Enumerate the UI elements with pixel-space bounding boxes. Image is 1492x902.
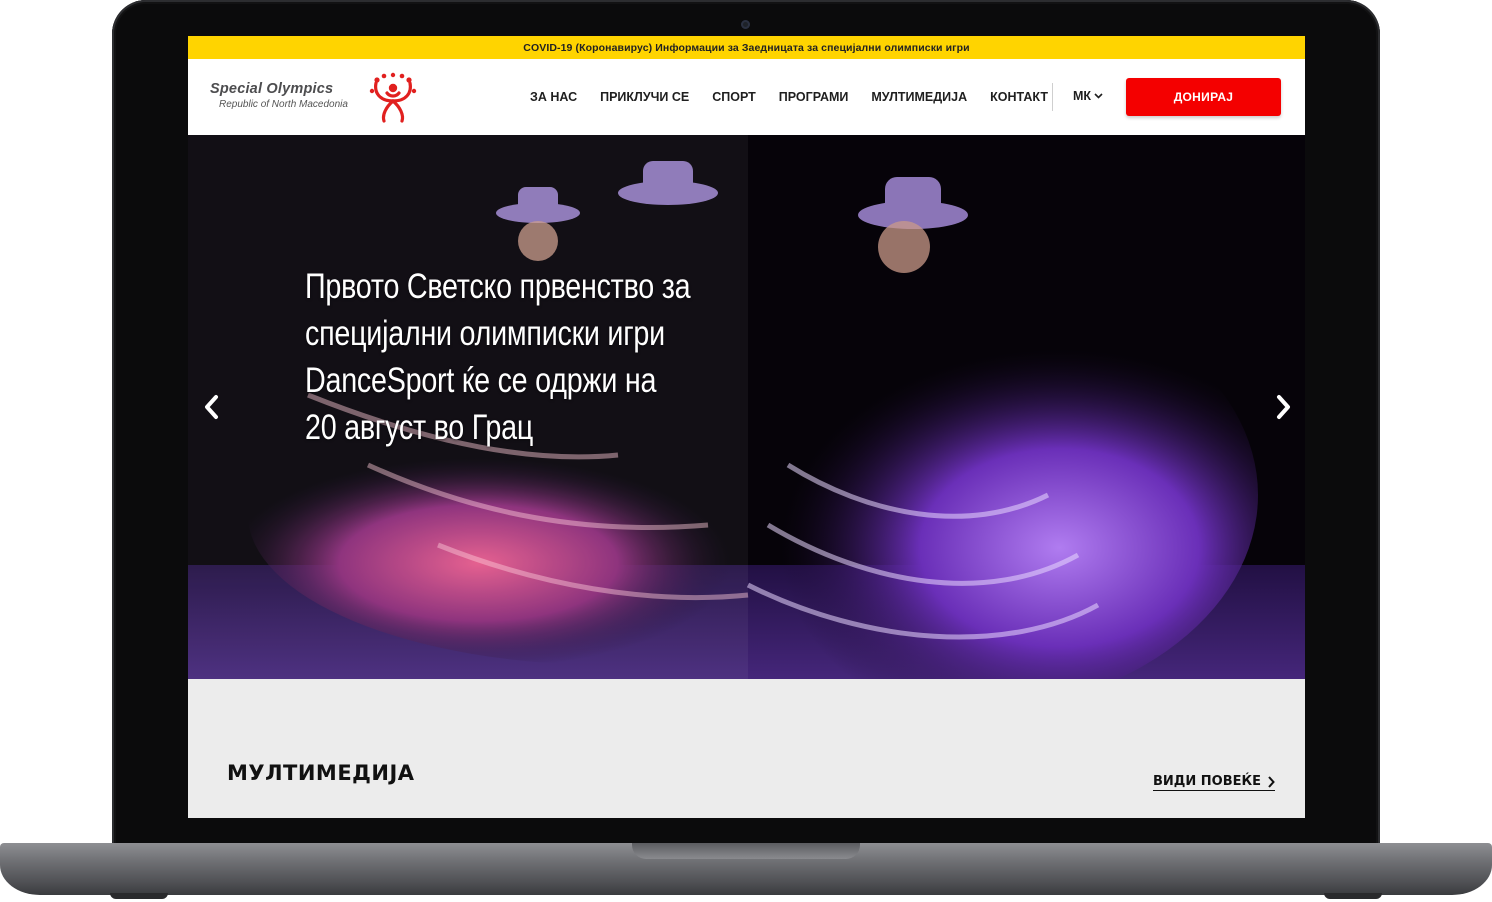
nav-item-multimedia[interactable]: МУЛТИМЕДИЈА: [871, 90, 967, 104]
camera-icon: [741, 20, 750, 29]
hero-slider: Првото Светско првенство за специјални о…: [188, 135, 1305, 679]
nav-item-programs[interactable]: ПРОГРАМИ: [779, 90, 849, 104]
nav-item-join[interactable]: ПРИКЛУЧИ СЕ: [600, 90, 689, 104]
see-more-link[interactable]: ВИДИ ПОВЕЌЕ: [1153, 774, 1275, 791]
site-header: Special Olympics Republic of North Maced…: [188, 59, 1305, 135]
nav-divider: [1052, 83, 1053, 111]
laptop-notch: [632, 843, 860, 859]
logo-subtitle: Republic of North Macedonia: [219, 99, 348, 110]
logo-title: Special Olympics: [210, 81, 334, 97]
nav-item-contact[interactable]: КОНТАКТ: [990, 90, 1048, 104]
screen: COVID-19 (Коронавирус) Информации за Зае…: [188, 36, 1305, 818]
chevron-down-icon: [1094, 93, 1103, 99]
site-logo[interactable]: Special Olympics Republic of North Maced…: [208, 71, 423, 125]
chevron-left-icon[interactable]: [199, 392, 225, 422]
special-olympics-logo-icon: [369, 72, 417, 123]
language-label: МК: [1073, 89, 1092, 103]
donate-button[interactable]: ДОНИРАЈ: [1126, 78, 1281, 116]
main-nav: ЗА НАС ПРИКЛУЧИ СЕ СПОРТ ПРОГРАМИ МУЛТИМ…: [530, 59, 1071, 135]
nav-item-about[interactable]: ЗА НАС: [530, 90, 577, 104]
covid-banner[interactable]: COVID-19 (Коронавирус) Информации за Зае…: [188, 36, 1305, 59]
laptop-foot: [110, 893, 168, 899]
laptop-foot: [1324, 893, 1382, 899]
language-selector[interactable]: МК: [1073, 89, 1103, 103]
nav-item-sport[interactable]: СПОРТ: [712, 90, 756, 104]
section-title: МУЛТИМЕДИЈА: [227, 761, 415, 785]
multimedia-section: МУЛТИМЕДИЈА ВИДИ ПОВЕЌЕ: [188, 679, 1305, 818]
chevron-right-icon[interactable]: [1270, 392, 1296, 422]
see-more-label: ВИДИ ПОВЕЌЕ: [1153, 774, 1261, 789]
chevron-right-icon: [1268, 775, 1275, 788]
hero-title: Првото Светско првенство за специјални о…: [305, 267, 691, 447]
